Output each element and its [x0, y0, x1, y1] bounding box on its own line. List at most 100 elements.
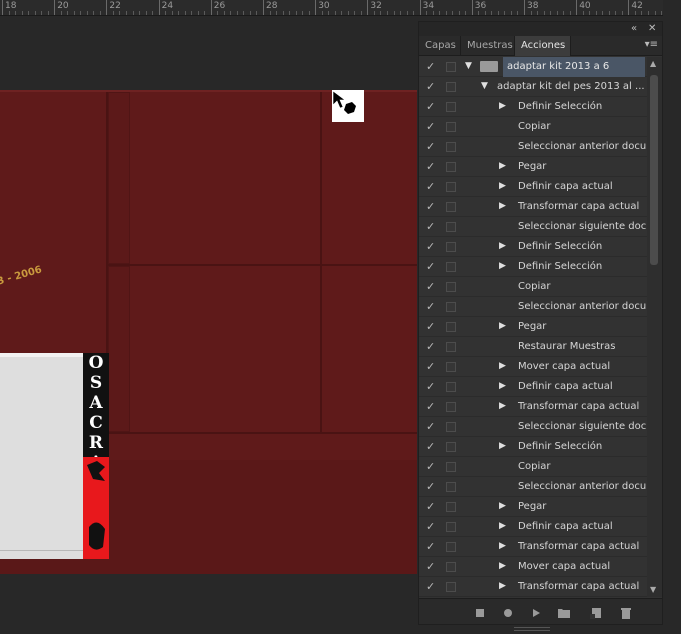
- collapsed-triangle-icon[interactable]: ▶: [499, 401, 506, 411]
- collapsed-triangle-icon[interactable]: ▶: [499, 161, 506, 171]
- dialog-toggle-box[interactable]: [446, 282, 456, 292]
- toggle-check-icon[interactable]: ✓: [426, 220, 435, 233]
- action-row[interactable]: ✓ ▶ Definir capa actual: [419, 517, 647, 537]
- collapsed-triangle-icon[interactable]: ▶: [499, 381, 506, 391]
- toggle-check-icon[interactable]: ✓: [426, 480, 435, 493]
- dialog-toggle-box[interactable]: [446, 382, 456, 392]
- toggle-check-icon[interactable]: ✓: [426, 360, 435, 373]
- dialog-toggle-box[interactable]: [446, 102, 456, 112]
- action-row[interactable]: ✓ ▶ Pegar: [419, 317, 647, 337]
- collapsed-triangle-icon[interactable]: ▶: [499, 241, 506, 251]
- toggle-check-icon[interactable]: ✓: [426, 440, 435, 453]
- expanded-triangle-icon[interactable]: ▼: [465, 61, 472, 71]
- action-row[interactable]: ✓ ▶ Definir Selección: [419, 437, 647, 457]
- panel-resize-grip[interactable]: [514, 627, 550, 631]
- play-icon[interactable]: [529, 605, 543, 619]
- collapsed-triangle-icon[interactable]: ▶: [499, 361, 506, 371]
- collapsed-triangle-icon[interactable]: ▶: [499, 541, 506, 551]
- toggle-check-icon[interactable]: ✓: [426, 400, 435, 413]
- toggle-check-icon[interactable]: ✓: [426, 200, 435, 213]
- expanded-triangle-icon[interactable]: ▼: [481, 81, 488, 91]
- toggle-check-icon[interactable]: ✓: [426, 520, 435, 533]
- dialog-toggle-box[interactable]: [446, 322, 456, 332]
- action-row[interactable]: ✓ Seleccionar anterior docu...: [419, 137, 647, 157]
- toggle-check-icon[interactable]: ✓: [426, 380, 435, 393]
- action-row[interactable]: ✓ Seleccionar anterior docu...: [419, 297, 647, 317]
- dialog-toggle-box[interactable]: [446, 202, 456, 212]
- tab-muestras[interactable]: Muestras: [461, 36, 515, 56]
- toggle-check-icon[interactable]: ✓: [426, 240, 435, 253]
- record-icon[interactable]: [501, 605, 515, 619]
- action-row[interactable]: ✓ ▶ Definir Selección: [419, 257, 647, 277]
- toggle-check-icon[interactable]: ✓: [426, 320, 435, 333]
- collapsed-triangle-icon[interactable]: ▶: [499, 181, 506, 191]
- dialog-toggle-box[interactable]: [446, 582, 456, 592]
- action-row[interactable]: ✓ Seleccionar anterior docu...: [419, 477, 647, 497]
- new-action-icon[interactable]: [589, 605, 603, 619]
- scroll-thumb[interactable]: [650, 75, 658, 265]
- dialog-toggle-box[interactable]: [446, 462, 456, 472]
- new-set-icon[interactable]: [557, 605, 571, 619]
- toggle-check-icon[interactable]: ✓: [426, 140, 435, 153]
- panel-menu-icon[interactable]: ▾≡: [645, 39, 658, 50]
- dialog-toggle-box[interactable]: [446, 122, 456, 132]
- tab-capas[interactable]: Capas: [419, 36, 461, 56]
- action-row[interactable]: ✓ ▶ Transformar capa actual: [419, 397, 647, 417]
- dialog-toggle-box[interactable]: [446, 502, 456, 512]
- dialog-toggle-box[interactable]: [446, 142, 456, 152]
- dialog-toggle-box[interactable]: [446, 402, 456, 412]
- panel-title-bar[interactable]: « ✕: [419, 22, 662, 36]
- dialog-toggle-box[interactable]: [446, 182, 456, 192]
- collapsed-triangle-icon[interactable]: ▶: [499, 101, 506, 111]
- toggle-check-icon[interactable]: ✓: [426, 80, 435, 93]
- dialog-toggle-box[interactable]: [446, 442, 456, 452]
- tab-acciones[interactable]: Acciones: [515, 36, 571, 56]
- dialog-toggle-box[interactable]: [446, 522, 456, 532]
- collapsed-triangle-icon[interactable]: ▶: [499, 521, 506, 531]
- toggle-check-icon[interactable]: ✓: [426, 540, 435, 553]
- action-row[interactable]: ✓ Seleccionar siguiente doc...: [419, 417, 647, 437]
- action-row[interactable]: ✓ ▼ adaptar kit del pes 2013 al ...: [419, 77, 647, 97]
- collapsed-triangle-icon[interactable]: ▶: [499, 441, 506, 451]
- action-row[interactable]: ✓ ▶ Definir Selección: [419, 237, 647, 257]
- toggle-check-icon[interactable]: ✓: [426, 60, 435, 73]
- toggle-check-icon[interactable]: ✓: [426, 420, 435, 433]
- toggle-check-icon[interactable]: ✓: [426, 260, 435, 273]
- action-row[interactable]: ✓ ▶ Pegar: [419, 497, 647, 517]
- action-row[interactable]: ✓ ▶ Transformar capa actual: [419, 577, 647, 597]
- stop-icon[interactable]: [473, 605, 487, 619]
- dialog-toggle-box[interactable]: [446, 62, 456, 72]
- toggle-check-icon[interactable]: ✓: [426, 500, 435, 513]
- action-row[interactable]: ✓ Seleccionar siguiente doc...: [419, 217, 647, 237]
- trash-icon[interactable]: [619, 605, 633, 619]
- actions-list[interactable]: ✓ ▼ adaptar kit 2013 a 6 ✓ ▼ adaptar kit del …: [419, 57, 647, 597]
- dialog-toggle-box[interactable]: [446, 222, 456, 232]
- collapsed-triangle-icon[interactable]: ▶: [499, 561, 506, 571]
- dialog-toggle-box[interactable]: [446, 422, 456, 432]
- action-row[interactable]: ✓ ▶ Pegar: [419, 157, 647, 177]
- dialog-toggle-box[interactable]: [446, 262, 456, 272]
- dialog-toggle-box[interactable]: [446, 82, 456, 92]
- collapsed-triangle-icon[interactable]: ▶: [499, 201, 506, 211]
- action-row[interactable]: ✓ ▶ Definir Selección: [419, 97, 647, 117]
- action-row[interactable]: ✓ ▶ Transformar capa actual: [419, 197, 647, 217]
- document-canvas[interactable]: 3 - 2006 OSACRA: [0, 90, 417, 574]
- toggle-check-icon[interactable]: ✓: [426, 180, 435, 193]
- toggle-check-icon[interactable]: ✓: [426, 100, 435, 113]
- actions-scrollbar[interactable]: ▲ ▼: [647, 57, 662, 597]
- toggle-check-icon[interactable]: ✓: [426, 160, 435, 173]
- actions-panel[interactable]: « ✕ Capas Muestras Acciones ▾≡ ✓ ▼ adaptar ki…: [418, 21, 663, 631]
- collapsed-triangle-icon[interactable]: ▶: [499, 501, 506, 511]
- dialog-toggle-box[interactable]: [446, 342, 456, 352]
- canvas-area[interactable]: 3 - 2006 OSACRA: [0, 16, 417, 634]
- scroll-up-icon[interactable]: ▲: [650, 59, 656, 68]
- action-row[interactable]: ✓ Copiar: [419, 117, 647, 137]
- toggle-check-icon[interactable]: ✓: [426, 580, 435, 593]
- action-row[interactable]: ✓ Copiar: [419, 277, 647, 297]
- action-row[interactable]: ✓ Copiar: [419, 457, 647, 477]
- double-chevron-icon[interactable]: «: [631, 23, 637, 34]
- close-icon[interactable]: ✕: [648, 23, 656, 34]
- collapsed-triangle-icon[interactable]: ▶: [499, 321, 506, 331]
- scroll-down-icon[interactable]: ▼: [650, 585, 656, 594]
- dialog-toggle-box[interactable]: [446, 302, 456, 312]
